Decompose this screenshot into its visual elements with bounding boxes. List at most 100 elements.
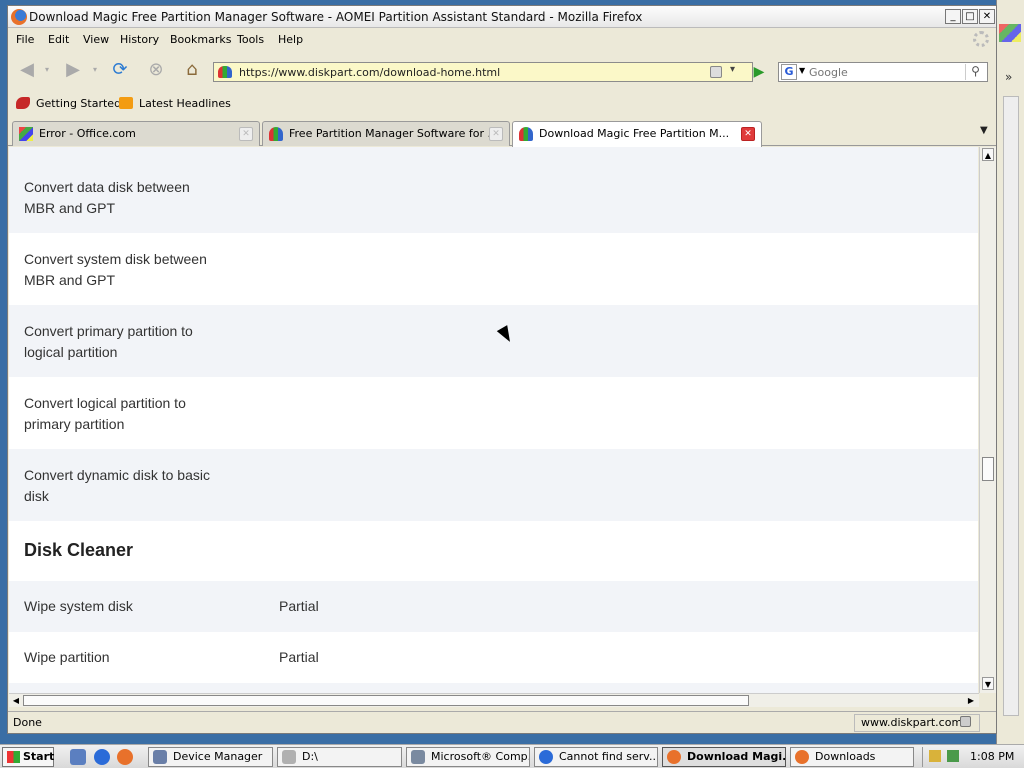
quicklaunch-desktop-icon[interactable] (70, 749, 86, 765)
menu-bookmarks[interactable]: Bookmarks (170, 33, 231, 46)
scroll-left-icon[interactable]: ◀ (10, 694, 22, 707)
bookmark-getting-started[interactable]: Getting Started (16, 97, 121, 110)
vertical-scroll-thumb[interactable] (982, 457, 994, 481)
background-scrollbar[interactable] (1003, 96, 1019, 716)
task-device-manager[interactable]: Device Manager (148, 747, 273, 767)
menu-edit[interactable]: Edit (48, 33, 69, 46)
tab-label: Download Magic Free Partition M... (539, 127, 730, 140)
tab-label: Free Partition Manager Software for ... (289, 127, 498, 140)
firefox-logo-icon (11, 9, 27, 25)
task-drive-d[interactable]: D:\ (277, 747, 402, 767)
scroll-right-icon[interactable]: ▶ (965, 694, 977, 707)
feature-row: Convert data disk between MBR and GPT (9, 147, 978, 233)
scroll-up-icon[interactable]: ▲ (982, 148, 994, 161)
feature-value: Partial (279, 598, 319, 614)
url-dropdown-icon[interactable]: ▾ (730, 64, 735, 75)
search-engine-dropdown-icon[interactable]: ▼ (799, 66, 805, 75)
title-bar[interactable]: Download Magic Free Partition Manager So… (8, 6, 996, 28)
home-icon[interactable]: ⌂ (180, 59, 204, 81)
task-cannot-find-server[interactable]: Cannot find serv... (534, 747, 658, 767)
task-label: Download Magi... (687, 750, 786, 763)
padlock-icon[interactable] (710, 66, 722, 78)
task-downloads[interactable]: Downloads (790, 747, 914, 767)
horizontal-scrollbar[interactable]: ◀ ▶ (9, 693, 979, 707)
reload-icon[interactable]: ⟳ (108, 59, 132, 81)
feature-label: Convert system disk between MBR and GPT (24, 251, 207, 288)
chevron-right-icon[interactable]: » (1005, 70, 1012, 84)
getting-started-icon (16, 97, 30, 109)
tab-strip: Error - Office.com ✕ Free Partition Mana… (8, 119, 996, 147)
scroll-down-icon[interactable]: ▼ (982, 677, 994, 690)
feature-row: Wipe system disk Partial (9, 581, 978, 632)
feature-row: Convert dynamic disk to basic disk (9, 449, 978, 521)
start-button[interactable]: Start (2, 747, 54, 767)
back-arrow-icon[interactable]: ◀ (14, 59, 40, 81)
section-row: Disk Cleaner (9, 521, 978, 581)
menu-help[interactable]: Help (278, 33, 303, 46)
close-button[interactable]: ✕ (979, 9, 995, 24)
back-history-dropdown-icon[interactable]: ▾ (42, 59, 52, 81)
tab-error-office[interactable]: Error - Office.com ✕ (12, 121, 260, 146)
url-bar[interactable]: https://www.diskpart.com/download-home.h… (213, 62, 753, 82)
background-window: » (996, 0, 1024, 744)
rss-icon (119, 97, 133, 109)
task-label: Cannot find serv... (559, 750, 658, 763)
window-title: Download Magic Free Partition Manager So… (29, 10, 643, 24)
minimize-button[interactable]: _ (945, 9, 961, 24)
clock[interactable]: 1:08 PM (970, 750, 1014, 763)
windows-flag-icon (7, 751, 20, 763)
quicklaunch-firefox-icon[interactable] (117, 749, 133, 765)
start-label: Start (23, 750, 55, 763)
status-text: Done (13, 716, 42, 729)
page-content: Convert data disk between MBR and GPT Co… (9, 147, 978, 693)
tab-label: Error - Office.com (39, 127, 136, 140)
forward-arrow-icon[interactable]: ▶ (60, 59, 86, 81)
windows-logo-icon (999, 24, 1021, 42)
menu-view[interactable]: View (83, 33, 109, 46)
site-favicon-icon (218, 66, 232, 78)
feature-row (9, 683, 978, 693)
menu-tools[interactable]: Tools (237, 33, 264, 46)
horizontal-scroll-thumb[interactable] (23, 695, 749, 706)
url-text: https://www.diskpart.com/download-home.h… (239, 66, 501, 79)
bookmark-label: Getting Started (36, 97, 122, 110)
computer-management-icon (411, 750, 425, 764)
diskpart-favicon-icon (269, 127, 283, 141)
menu-file[interactable]: File (16, 33, 34, 46)
menu-history[interactable]: History (120, 33, 159, 46)
task-computer-management[interactable]: Microsoft® Comp... (406, 747, 530, 767)
tab-free-partition-manager[interactable]: Free Partition Manager Software for ... … (262, 121, 510, 146)
search-input[interactable] (809, 64, 959, 80)
quicklaunch-ie-icon[interactable] (94, 749, 110, 765)
maximize-button[interactable]: □ (962, 9, 978, 24)
tab-close-icon[interactable]: ✕ (489, 127, 503, 141)
feature-label: Convert logical partition to primary par… (24, 395, 186, 432)
feature-row: Wipe partition Partial (9, 632, 978, 683)
search-magnifier-icon[interactable]: ⚲ (965, 64, 985, 80)
tab-list-dropdown-icon[interactable]: ▼ (980, 125, 988, 136)
feature-row: Convert system disk between MBR and GPT (9, 233, 978, 305)
activity-throbber-icon (973, 31, 989, 47)
tray-security-icon[interactable] (947, 750, 959, 762)
bookmark-latest-headlines[interactable]: Latest Headlines (119, 97, 231, 110)
stop-icon[interactable]: ⊗ (144, 59, 168, 81)
tray-network-icon[interactable] (929, 750, 941, 762)
section-title: Disk Cleaner (24, 540, 134, 560)
forward-history-dropdown-icon[interactable]: ▾ (90, 59, 100, 81)
bookmarks-toolbar: Getting Started Latest Headlines (8, 94, 996, 116)
firefox-icon (667, 750, 681, 764)
tab-close-icon[interactable]: ✕ (741, 127, 755, 141)
status-padlock-icon[interactable] (960, 716, 971, 727)
ie-icon (539, 750, 553, 764)
feature-label: Convert primary partition to logical par… (24, 323, 193, 360)
google-engine-icon[interactable]: G (781, 64, 797, 80)
feature-label: Wipe system disk (24, 598, 133, 614)
task-download-magic[interactable]: Download Magi... (662, 747, 786, 767)
task-label: D:\ (302, 750, 318, 763)
vertical-scrollbar[interactable]: ▲ ▼ (979, 147, 996, 693)
go-arrow-icon[interactable]: ▶ (749, 62, 769, 82)
system-tray: 1:08 PM (922, 747, 1022, 767)
tab-close-icon[interactable]: ✕ (239, 127, 253, 141)
tab-download-magic[interactable]: Download Magic Free Partition M... ✕ (512, 121, 762, 147)
search-bar: G ▼ ⚲ (778, 62, 988, 82)
